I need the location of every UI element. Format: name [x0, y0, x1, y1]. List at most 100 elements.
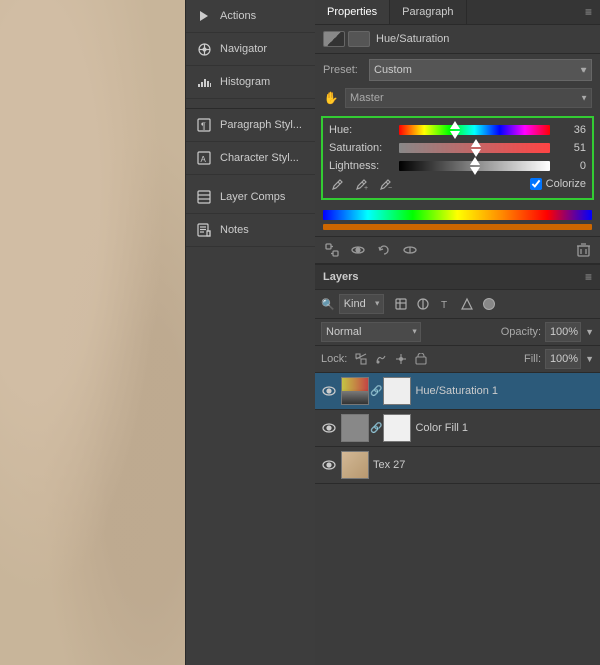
hue-slider-track[interactable] [399, 125, 550, 135]
lock-image-icon[interactable] [373, 351, 389, 367]
filter-type-icon[interactable]: T [436, 295, 454, 313]
sidebar-item-histogram[interactable]: Histogram [186, 66, 315, 99]
blend-mode-row: Normal ▼ Opacity: ▼ [315, 319, 600, 346]
previous-state-icon[interactable] [375, 241, 393, 259]
lightness-slider-track[interactable] [399, 161, 550, 171]
lock-label: Lock: [321, 353, 347, 365]
kind-select[interactable]: Kind [339, 294, 384, 314]
delete-adjustment-icon[interactable] [574, 241, 592, 259]
properties-panel: Properties Paragraph ≡ Hue/Saturation Pr… [315, 0, 600, 265]
compass-icon [196, 41, 212, 57]
saturation-row: Saturation: 51 [329, 142, 586, 154]
adjustment-box: Hue: 36 Saturation: 51 Lightness: [321, 116, 594, 200]
filter-shape-icon[interactable] [458, 295, 476, 313]
opacity-dropdown-arrow[interactable]: ▼ [585, 327, 594, 337]
layer-thumbnail-group [341, 451, 369, 479]
layer-name: Tex 27 [373, 459, 405, 471]
play-icon [196, 8, 212, 24]
hue-thumb-top [450, 121, 460, 129]
adjustment-icon [323, 31, 345, 47]
colorize-row: + − Colorize [329, 176, 586, 192]
sidebar-item-label: Layer Comps [220, 191, 285, 203]
opacity-input[interactable] [545, 322, 581, 342]
opacity-label: Opacity: [501, 326, 541, 338]
eyedropper-icon[interactable] [329, 176, 345, 192]
layer-thumbnail-group: 🔗 [341, 377, 411, 405]
character-icon: A [196, 150, 212, 166]
colorize-label: Colorize [546, 178, 586, 190]
sidebar-item-layer-comps[interactable]: Layer Comps [186, 181, 315, 214]
lock-position-icon[interactable] [393, 351, 409, 367]
eyedropper-plus-icon[interactable]: + [353, 176, 369, 192]
colorize-checkbox[interactable] [530, 178, 542, 190]
layer-mask-thumb [383, 414, 411, 442]
layers-panel: Layers ≡ 🔍 Kind ▼ [315, 265, 600, 665]
hand-tool-icon: ✋ [323, 90, 339, 106]
hue-sat-adjustment-thumb [341, 377, 369, 405]
layer-name: Color Fill 1 [415, 422, 468, 434]
lightness-value: 0 [556, 160, 586, 172]
layers-menu-icon[interactable]: ≡ [585, 270, 592, 284]
lightness-label: Lightness: [329, 160, 399, 172]
master-row: ✋ Master ▼ [315, 86, 600, 112]
hue-spectrum-bar [323, 210, 592, 220]
layer-item-color-fill[interactable]: 🔗 Color Fill 1 [315, 410, 600, 447]
saturation-slider-track[interactable] [399, 143, 550, 153]
fill-label: Fill: [524, 353, 541, 365]
tab-paragraph[interactable]: Paragraph [390, 0, 466, 24]
panel-menu-icon[interactable]: ≡ [577, 1, 600, 23]
color-bar-section [315, 204, 600, 236]
filter-adjustment-icon[interactable] [414, 295, 432, 313]
output-spectrum-bar [323, 224, 592, 230]
layer-item-tex27[interactable]: Tex 27 [315, 447, 600, 484]
mask-visibility-icon[interactable] [349, 241, 367, 259]
layer-visibility-toggle[interactable] [321, 383, 337, 399]
sidebar-item-paragraph-styles[interactable]: ¶ Paragraph Styl... [186, 109, 315, 142]
svg-text:+: + [364, 185, 368, 191]
tab-properties[interactable]: Properties [315, 0, 390, 24]
opacity-row: Opacity: ▼ [501, 322, 594, 342]
fill-dropdown-arrow[interactable]: ▼ [585, 354, 594, 364]
sidebar-item-label: Notes [220, 224, 249, 236]
channel-select[interactable]: Master [345, 88, 592, 108]
filter-search-icon: 🔍 [321, 298, 335, 311]
sat-thumb-bottom [471, 149, 481, 157]
side-menu: Actions Navigator Histogram [185, 0, 315, 665]
sidebar-item-actions[interactable]: Actions [186, 0, 315, 33]
notes-icon [196, 222, 212, 238]
view-mode-icon[interactable] [401, 241, 419, 259]
sidebar-item-character-styles[interactable]: A Character Styl... [186, 142, 315, 175]
kind-select-wrapper: Kind ▼ [339, 294, 384, 314]
sidebar-item-navigator[interactable]: Navigator [186, 33, 315, 66]
lock-transparent-icon[interactable] [353, 351, 369, 367]
layers-panel-title: Layers [323, 271, 358, 283]
filter-row: 🔍 Kind ▼ [315, 290, 600, 319]
preset-select[interactable]: Custom [369, 59, 592, 81]
blend-mode-select[interactable]: Normal [321, 322, 421, 342]
filter-pixel-icon[interactable] [392, 295, 410, 313]
hue-row: Hue: 36 [329, 124, 586, 136]
sidebar-item-notes[interactable]: Notes [186, 214, 315, 247]
panel-title: Hue/Saturation [376, 33, 449, 45]
layers-header: Layers ≡ [315, 265, 600, 290]
layer-mask-thumb [383, 377, 411, 405]
saturation-label: Saturation: [329, 142, 399, 154]
sidebar-item-label: Histogram [220, 76, 270, 88]
light-thumb-top [470, 157, 480, 165]
preset-select-wrapper: Custom ▼ [369, 59, 592, 81]
sidebar-item-label: Navigator [220, 43, 267, 55]
svg-text:−: − [388, 185, 392, 191]
layer-visibility-toggle[interactable] [321, 457, 337, 473]
lock-artboard-icon[interactable] [413, 351, 429, 367]
link-previous-icon[interactable] [323, 241, 341, 259]
filter-smartobj-icon[interactable] [480, 295, 498, 313]
fill-input[interactable] [545, 349, 581, 369]
layer-visibility-toggle[interactable] [321, 420, 337, 436]
preset-row: Preset: Custom ▼ [315, 54, 600, 86]
layer-item-hue-saturation[interactable]: 🔗 Hue/Saturation 1 [315, 373, 600, 410]
bottom-toolbar [315, 236, 600, 263]
eyedropper-minus-icon[interactable]: − [377, 176, 393, 192]
layer-comps-icon [196, 189, 212, 205]
preset-label: Preset: [323, 64, 363, 76]
filter-circle [483, 298, 495, 310]
